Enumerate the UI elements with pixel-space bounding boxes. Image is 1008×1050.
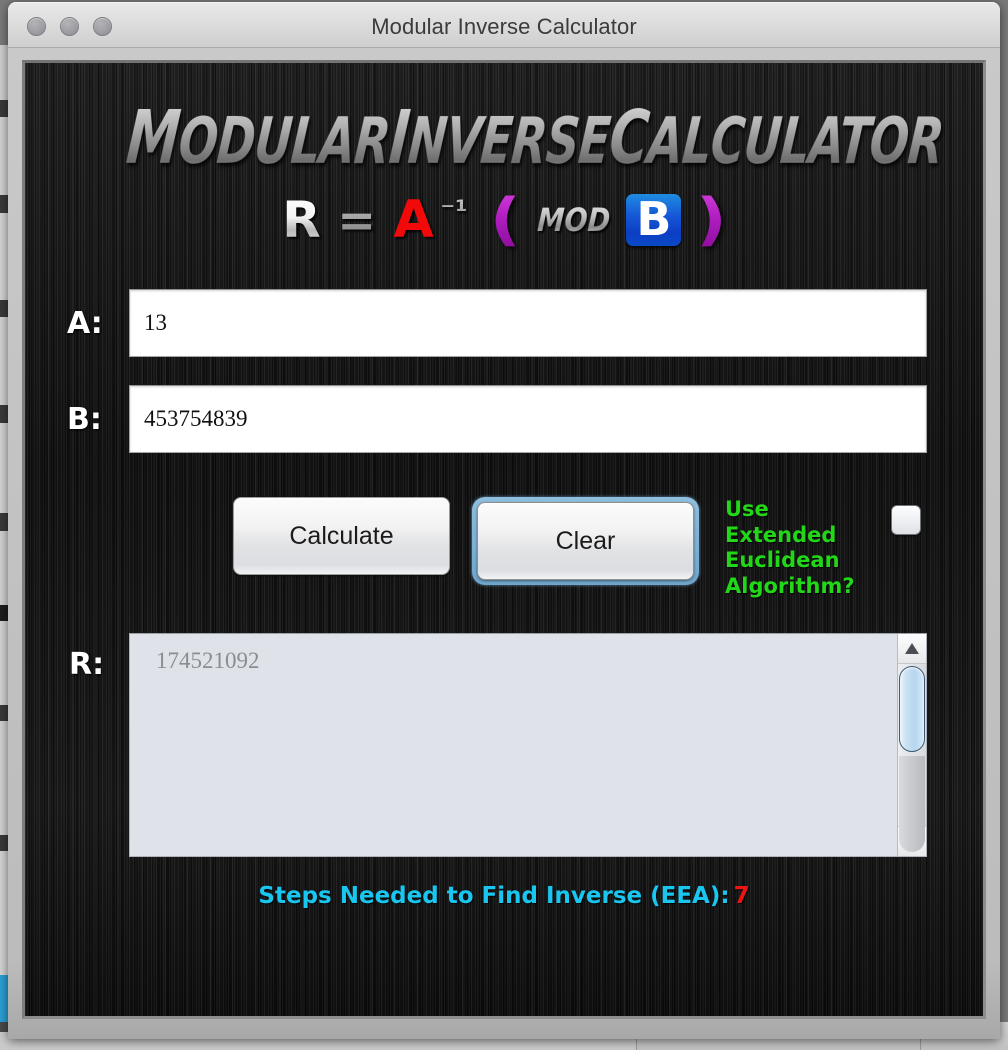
formula-operand-b: B: [626, 194, 682, 246]
action-row: Calculate Clear Use Extended Euclidean Alg…: [25, 497, 983, 599]
logo-rest-inverse: NVERSE: [405, 105, 613, 179]
formula-paren-left: (: [489, 186, 521, 253]
app-logo-text: MODULARINVERSECALCULATOR: [124, 101, 946, 175]
scroll-up-arrow-icon[interactable]: [898, 634, 926, 665]
eea-label-line1: Use Extended: [725, 497, 837, 547]
input-b[interactable]: [129, 385, 927, 453]
input-a[interactable]: [129, 289, 927, 357]
app-content-panel: MODULARINVERSECALCULATOR R = A ⁻¹ ( MOD …: [22, 60, 986, 1019]
result-scrollbar[interactable]: [897, 634, 926, 857]
field-row-a: A:: [25, 289, 983, 357]
formula-paren-right: ): [695, 186, 727, 253]
label-a: A:: [67, 305, 103, 341]
logo-rest-modular: ODULAR: [175, 105, 393, 179]
eea-label: Use Extended Euclidean Algorithm?: [725, 497, 875, 599]
result-textarea[interactable]: 174521092: [129, 633, 927, 858]
status-step-count: 7: [733, 883, 750, 910]
scrollbar-track[interactable]: [898, 664, 926, 853]
logo-cap-m: M: [123, 95, 183, 181]
app-window: Modular Inverse Calculator MODULARINVERS…: [8, 2, 1000, 1039]
window-titlebar: Modular Inverse Calculator: [8, 2, 1000, 55]
eea-checkbox[interactable]: [891, 505, 921, 535]
window-title: Modular Inverse Calculator: [371, 14, 637, 39]
scrollbar-thumb[interactable]: [899, 666, 925, 753]
app-logo: MODULARINVERSECALCULATOR: [25, 63, 983, 175]
eea-option-group: Use Extended Euclidean Algorithm?: [725, 497, 921, 599]
clear-button-focus-ring: Clear: [472, 497, 699, 585]
formula-mod-text: MOD: [536, 201, 612, 239]
formula-banner: R = A ⁻¹ ( MOD B ): [25, 186, 983, 253]
label-r: R:: [69, 647, 105, 683]
eea-label-line2: Euclidean: [725, 548, 840, 573]
status-text: Steps Needed to Find Inverse (EEA):: [258, 883, 730, 910]
eea-label-line3: Algorithm?: [725, 573, 855, 598]
label-b: B:: [67, 401, 102, 437]
logo-rest-calculator: ALCULATOR: [644, 105, 946, 179]
clear-button[interactable]: Clear: [477, 502, 694, 580]
formula-equals-sign: =: [337, 193, 376, 247]
result-value: 174521092: [156, 648, 260, 674]
window-bezel: MODULARINVERSECALCULATOR R = A ⁻¹ ( MOD …: [8, 48, 1000, 1039]
formula-result-symbol: R: [282, 191, 321, 249]
desktop-background: Modular Inverse Calculator MODULARINVERS…: [0, 0, 1008, 1050]
formula-operand-a: A: [393, 190, 434, 250]
result-row: R: 174521092: [25, 633, 983, 858]
calculate-button[interactable]: Calculate: [233, 497, 450, 575]
field-row-b: B:: [25, 385, 983, 453]
formula-exponent: ⁻¹: [440, 194, 468, 227]
status-bar: Steps Needed to Find Inverse (EEA): 7: [25, 883, 983, 909]
